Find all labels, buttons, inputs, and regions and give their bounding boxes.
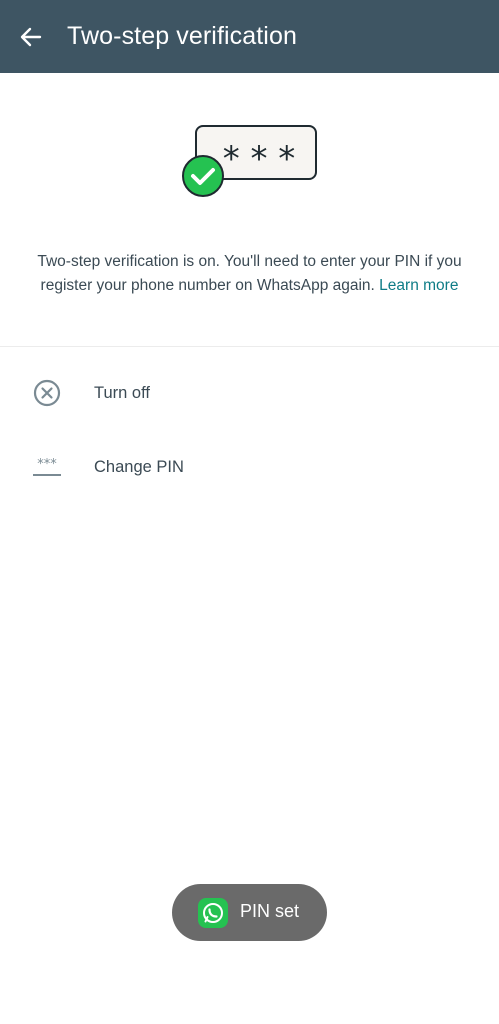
change-pin-label: Change PIN [94,458,184,476]
divider [0,346,499,347]
learn-more-link[interactable]: Learn more [379,277,458,294]
check-circle-icon [182,155,224,197]
turn-off-item[interactable]: Turn off [0,363,499,423]
toast: PIN set [172,884,327,941]
page-title: Two-step verification [67,22,297,50]
turn-off-label: Turn off [94,384,150,402]
arrow-left-icon [20,27,42,47]
pin-dots-glyph: *** [37,457,57,472]
pin-dots-icon: *** [33,457,61,476]
whatsapp-icon [198,898,228,928]
toast-text: PIN set [240,901,300,921]
status-description: Two-step verification is on. You'll need… [20,250,479,298]
close-circle-icon [33,379,61,407]
pin-illustration: * * * [180,124,320,200]
change-pin-item[interactable]: *** Change PIN [0,437,499,497]
back-button[interactable] [14,20,48,54]
pin-mask-text: * * * [223,139,296,179]
app-bar: Two-step verification [0,0,499,73]
